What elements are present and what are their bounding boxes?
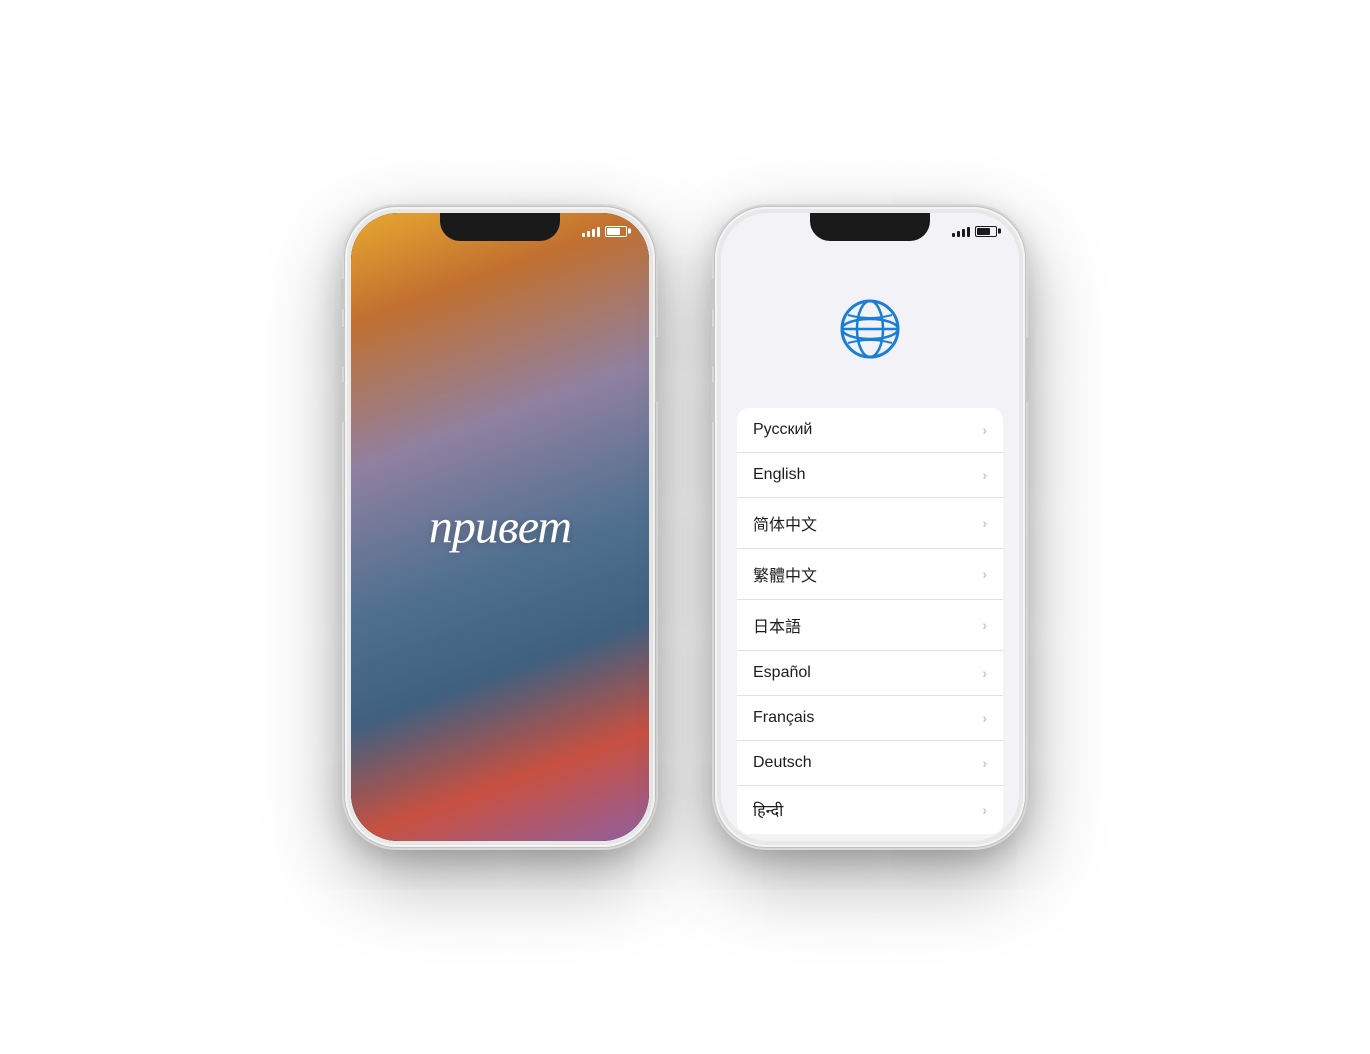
language-card: Русский › English › 简体中文 › 繁體中文 › 日本語 xyxy=(737,408,1003,834)
battery-icon-2 xyxy=(975,226,997,237)
notch xyxy=(440,213,560,241)
power-button xyxy=(655,337,659,402)
volume-up-button xyxy=(341,327,345,367)
chevron-japanese: › xyxy=(982,617,987,633)
lang-label-french: Français xyxy=(753,709,814,727)
silent-switch xyxy=(341,279,345,309)
signal-bar-2-3 xyxy=(962,229,965,237)
volume-down-button xyxy=(341,382,345,422)
lang-item-russian[interactable]: Русский › xyxy=(737,408,1003,453)
signal-bar-3 xyxy=(592,229,595,237)
globe-icon xyxy=(834,293,906,365)
signal-icon-2 xyxy=(952,225,970,237)
signal-bar-2-1 xyxy=(952,233,955,237)
chevron-simplified-chinese: › xyxy=(982,515,987,531)
chevron-traditional-chinese: › xyxy=(982,566,987,582)
lang-label-traditional-chinese: 繁體中文 xyxy=(753,562,817,586)
lang-label-german: Deutsch xyxy=(753,754,812,772)
phone-2-screen: Русский › English › 简体中文 › 繁體中文 › 日本語 xyxy=(721,213,1019,841)
signal-icon-1 xyxy=(582,225,600,237)
signal-bar-1 xyxy=(582,233,585,237)
lang-item-simplified-chinese[interactable]: 简体中文 › xyxy=(737,498,1003,549)
greeting-text: привет xyxy=(429,500,571,555)
chevron-english: › xyxy=(982,467,987,483)
chevron-german: › xyxy=(982,755,987,771)
lang-label-spanish: Español xyxy=(753,664,811,682)
lang-item-hindi[interactable]: हिन्दी › xyxy=(737,786,1003,834)
chevron-spanish: › xyxy=(982,665,987,681)
battery-fill-2 xyxy=(977,228,990,235)
status-icons-2 xyxy=(952,225,997,237)
globe-container xyxy=(721,293,1019,365)
volume-up-button-2 xyxy=(711,327,715,367)
lang-item-french[interactable]: Français › xyxy=(737,696,1003,741)
phone-2: Русский › English › 简体中文 › 繁體中文 › 日本語 xyxy=(715,207,1025,847)
phone-1: привет xyxy=(345,207,655,847)
greeting-label: привет xyxy=(429,501,571,554)
battery-icon-1 xyxy=(605,226,627,237)
signal-bar-2-4 xyxy=(967,227,970,237)
signal-bar-2 xyxy=(587,231,590,237)
silent-switch-2 xyxy=(711,279,715,309)
signal-bar-2-2 xyxy=(957,231,960,237)
signal-bar-4 xyxy=(597,227,600,237)
battery-fill-1 xyxy=(607,228,620,235)
lang-label-simplified-chinese: 简体中文 xyxy=(753,511,817,535)
chevron-french: › xyxy=(982,710,987,726)
phone-1-screen: привет xyxy=(351,213,649,841)
language-list: Русский › English › 简体中文 › 繁體中文 › 日本語 xyxy=(721,408,1019,841)
lang-item-spanish[interactable]: Español › xyxy=(737,651,1003,696)
lang-label-russian: Русский xyxy=(753,421,812,439)
lang-item-japanese[interactable]: 日本語 › xyxy=(737,600,1003,651)
lang-item-english[interactable]: English › xyxy=(737,453,1003,498)
chevron-hindi: › xyxy=(982,802,987,818)
lang-item-german[interactable]: Deutsch › xyxy=(737,741,1003,786)
lang-label-english: English xyxy=(753,466,805,484)
notch-2 xyxy=(810,213,930,241)
volume-down-button-2 xyxy=(711,382,715,422)
chevron-russian: › xyxy=(982,422,987,438)
power-button-2 xyxy=(1025,337,1029,402)
lang-label-japanese: 日本語 xyxy=(753,613,801,637)
lang-label-hindi: हिन्दी xyxy=(753,799,783,821)
lang-item-traditional-chinese[interactable]: 繁體中文 › xyxy=(737,549,1003,600)
status-icons-1 xyxy=(582,225,627,237)
